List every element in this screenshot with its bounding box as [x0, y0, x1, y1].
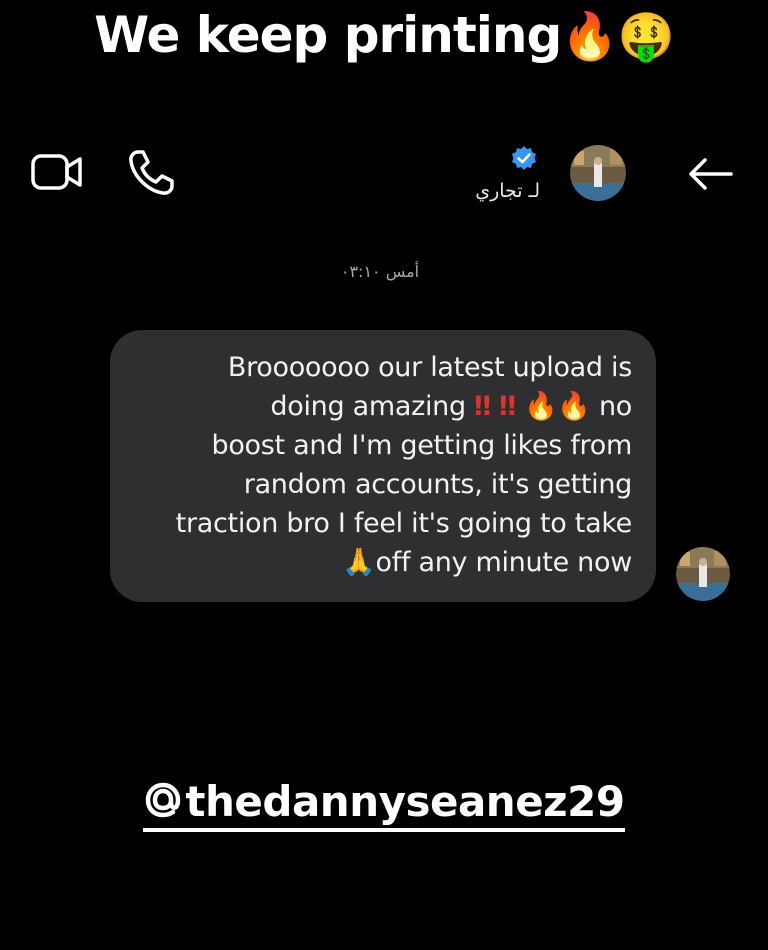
story-caption: We keep printing🔥🤑	[0, 6, 768, 64]
verified-badge-icon	[512, 146, 536, 170]
message-text: traction bro I feel it's going to take	[175, 508, 633, 539]
message-line: boost and I'm getting likes from	[134, 426, 633, 465]
double-exclamation-emoji: ‼	[474, 391, 491, 422]
message-line: 🙏off any minute now	[134, 543, 632, 582]
fire-emoji: 🔥	[524, 391, 558, 422]
video-call-icon[interactable]	[30, 150, 84, 194]
fire-emoji: 🔥	[557, 391, 591, 422]
back-arrow-icon[interactable]	[683, 152, 737, 196]
message-timestamp: أمس ٠٣:١٠	[340, 262, 420, 281]
phone-call-icon[interactable]	[124, 146, 178, 200]
mention-username: thedannyseanez29	[185, 777, 625, 826]
message-line: traction bro I feel it's going to take	[134, 504, 633, 543]
message-line: doing amazing ‼ ‼ 🔥🔥 no	[134, 387, 632, 426]
message-text: boost and I'm getting likes from	[211, 430, 633, 461]
message-line: random accounts, it's getting	[134, 465, 633, 504]
pray-emoji: 🙏	[342, 547, 376, 578]
message-text: Brooooooo our latest upload is	[227, 352, 632, 383]
threads-at-icon	[146, 782, 181, 818]
message-text: no	[598, 391, 632, 422]
contact-avatar[interactable]	[570, 145, 626, 201]
message-text: off any minute now	[375, 547, 633, 578]
sender-avatar[interactable]	[676, 547, 730, 601]
double-exclamation-emoji: ‼	[499, 391, 516, 422]
message-text: doing amazing	[270, 391, 466, 422]
message-bubble[interactable]: Brooooooo our latest upload is doing ama…	[110, 330, 656, 602]
caption-text: We keep printing	[94, 6, 562, 64]
caption-emojis: 🔥🤑	[561, 9, 675, 63]
contact-name[interactable]: لـ تجاري	[440, 180, 540, 202]
message-line: Brooooooo our latest upload is	[134, 348, 632, 387]
mention-sticker[interactable]: thedannyseanez29	[0, 777, 768, 832]
dm-screenshot: لـ تجاري أمس ٠٣:١٠ Brooooooo our latest …	[0, 100, 768, 950]
message-text: random accounts, it's getting	[243, 469, 633, 500]
